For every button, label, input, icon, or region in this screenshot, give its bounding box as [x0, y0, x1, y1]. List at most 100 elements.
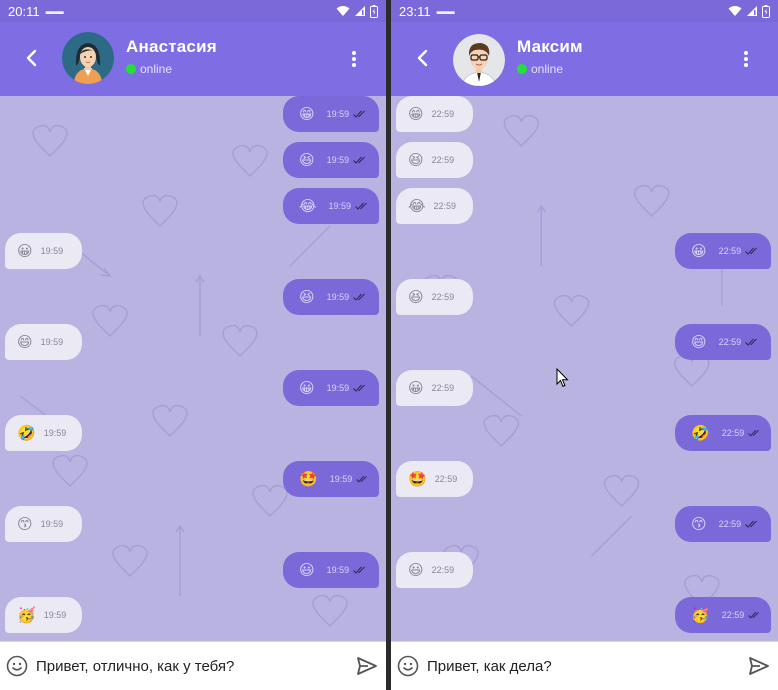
status-time: 20:11	[8, 3, 40, 19]
double-check-icon	[748, 611, 760, 619]
double-check-icon	[745, 247, 758, 255]
outgoing-message[interactable]: 🤩 19:59	[283, 461, 379, 497]
message-time: 19:59	[326, 565, 350, 575]
message-emoji: 😁	[408, 104, 424, 123]
double-check-icon	[748, 429, 760, 437]
message-emoji: 😀	[408, 378, 424, 397]
message-emoji: 😀	[691, 241, 707, 260]
message-time: 19:59	[40, 337, 64, 347]
message-input[interactable]	[427, 657, 748, 675]
incoming-message[interactable]: 😀 22:59	[396, 370, 473, 406]
message-emoji: 🤣	[691, 423, 710, 442]
battery-icon	[370, 4, 378, 18]
message-emoji: 😙	[17, 514, 33, 533]
double-check-icon	[353, 293, 366, 301]
avatar[interactable]	[62, 32, 114, 84]
message-emoji: 😄	[17, 332, 33, 351]
message-emoji: 😀	[299, 378, 315, 397]
smile-icon[interactable]	[397, 655, 419, 677]
message-time: 22:59	[431, 383, 455, 393]
message-time: 22:59	[431, 155, 455, 165]
incoming-message[interactable]: 😙 19:59	[5, 506, 82, 542]
double-check-icon	[353, 566, 366, 574]
incoming-message[interactable]: 🥳 19:59	[5, 597, 82, 633]
arrow-left-icon[interactable]	[22, 48, 42, 68]
status-text: online	[140, 62, 173, 76]
avatar[interactable]	[453, 34, 505, 86]
smile-icon[interactable]	[6, 655, 28, 677]
online-indicator	[517, 64, 527, 74]
outgoing-message[interactable]: 😀 22:59	[675, 233, 771, 269]
notification-icon: ▬▬	[45, 6, 64, 16]
incoming-message[interactable]: 😃 22:59	[396, 552, 473, 588]
message-time: 22:59	[434, 474, 458, 484]
message-time: 22:59	[718, 519, 742, 529]
message-emoji: 😂	[408, 196, 426, 215]
outgoing-message[interactable]: 😄 22:59	[675, 324, 771, 360]
more-vertical-icon[interactable]	[736, 48, 756, 70]
message-emoji: 😁	[299, 104, 315, 123]
double-check-icon	[353, 384, 366, 392]
incoming-message[interactable]: 😂 22:59	[396, 188, 473, 224]
message-emoji: 🤩	[299, 469, 318, 488]
chat-screen-left: 20:11 ▬▬ Анастасия online 😁 19:59 😆 19:5…	[0, 0, 386, 690]
outgoing-message[interactable]: 😙 22:59	[675, 506, 771, 542]
battery-icon	[762, 4, 770, 18]
outgoing-message[interactable]: 😂 19:59	[283, 188, 379, 224]
notification-icon: ▬▬	[436, 6, 455, 16]
message-emoji: 🥳	[17, 605, 36, 624]
status-icons	[336, 4, 378, 18]
outgoing-message[interactable]: 😀 19:59	[283, 370, 379, 406]
more-vertical-icon[interactable]	[344, 48, 364, 70]
message-composer	[391, 641, 778, 690]
double-check-icon	[353, 110, 366, 118]
message-time: 22:59	[431, 109, 455, 119]
outgoing-message[interactable]: 🤣 22:59	[675, 415, 771, 451]
signal-icon	[747, 6, 757, 16]
outgoing-message[interactable]: 😃 19:59	[283, 552, 379, 588]
message-time: 19:59	[326, 155, 350, 165]
incoming-message[interactable]: 😄 19:59	[5, 324, 82, 360]
contact-status: online	[126, 62, 172, 76]
wifi-icon	[728, 6, 742, 16]
incoming-message[interactable]: 🤩 22:59	[396, 461, 473, 497]
message-emoji: 😆	[299, 150, 315, 169]
female-avatar-icon	[62, 32, 114, 84]
outgoing-message[interactable]: 🥳 22:59	[675, 597, 771, 633]
message-time: 22:59	[718, 246, 742, 256]
message-composer	[0, 641, 386, 690]
incoming-message[interactable]: 😁 22:59	[396, 96, 473, 132]
incoming-message[interactable]: 🤣 19:59	[5, 415, 82, 451]
message-time: 22:59	[431, 292, 455, 302]
outgoing-message[interactable]: 😆 19:59	[283, 279, 379, 315]
male-avatar-icon	[453, 34, 505, 86]
message-time: 22:59	[721, 610, 745, 620]
send-icon[interactable]	[356, 655, 378, 677]
message-time: 19:59	[40, 246, 64, 256]
message-time: 19:59	[326, 383, 350, 393]
message-time: 22:59	[431, 565, 455, 575]
message-emoji: 😄	[691, 332, 707, 351]
message-list[interactable]: 😁 22:59 😆 22:59 😂 22:59 😀 22:59 😆 22:59 😄 22:59 😀 22:…	[391, 96, 778, 642]
incoming-message[interactable]: 😀 19:59	[5, 233, 82, 269]
outgoing-message[interactable]: 😁 19:59	[283, 96, 379, 132]
mouse-cursor-icon	[556, 368, 569, 388]
double-check-icon	[355, 202, 367, 210]
status-time: 23:11	[399, 3, 431, 19]
outgoing-message[interactable]: 😆 19:59	[283, 142, 379, 178]
message-list[interactable]: 😁 19:59 😆 19:59 😂 19:59 😀 19:59 😆 19:59 😄 19:59 😀 19:…	[0, 96, 386, 642]
message-emoji: 😆	[408, 287, 424, 306]
contact-name: Максим	[517, 37, 583, 56]
send-icon[interactable]	[748, 655, 770, 677]
incoming-message[interactable]: 😆 22:59	[396, 279, 473, 315]
arrow-left-icon[interactable]	[413, 48, 433, 68]
message-time: 19:59	[328, 201, 352, 211]
message-input[interactable]	[36, 657, 356, 675]
incoming-message[interactable]: 😆 22:59	[396, 142, 473, 178]
double-check-icon	[745, 338, 758, 346]
chat-header: Анастасия online	[0, 22, 386, 96]
contact-status: online	[517, 62, 563, 76]
status-bar: 23:11 ▬▬	[391, 0, 778, 22]
message-time: 19:59	[43, 428, 67, 438]
message-emoji: 🥳	[691, 605, 710, 624]
